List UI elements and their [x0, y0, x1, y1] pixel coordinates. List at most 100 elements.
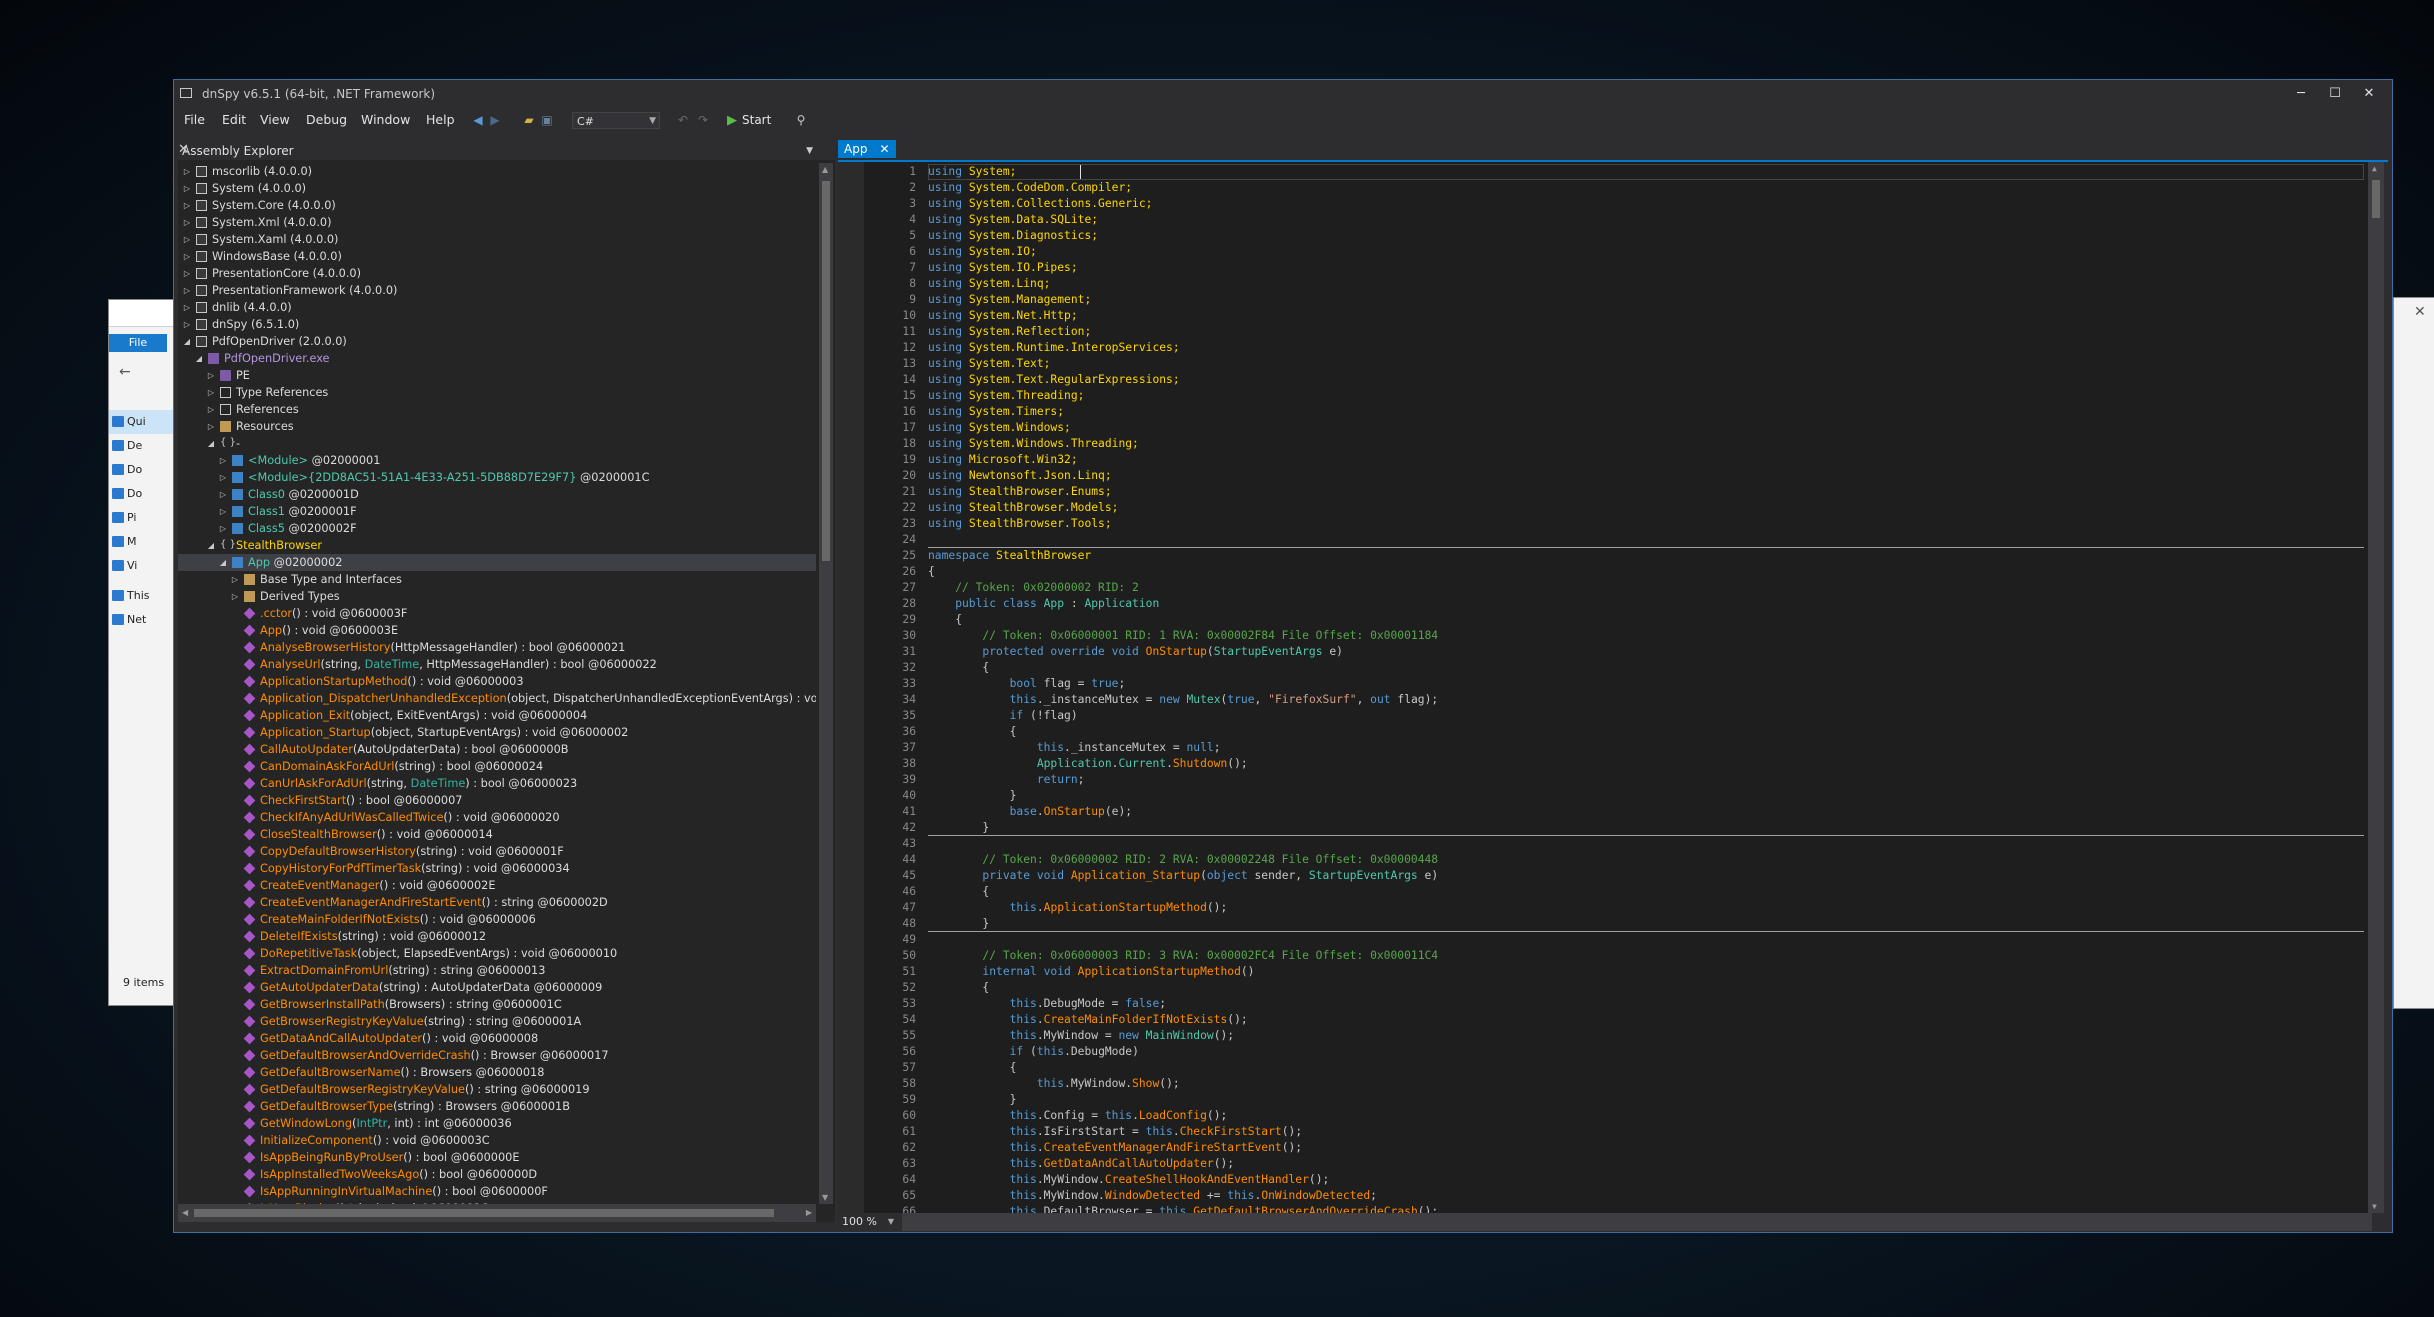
code-line[interactable]: using System.Diagnostics;	[928, 228, 1098, 244]
tree-node[interactable]: ▷ PE	[178, 367, 816, 384]
tree-node[interactable]: CallAutoUpdater(AutoUpdaterData) : bool …	[178, 741, 816, 758]
glyph-margin[interactable]	[838, 162, 864, 1213]
tree-node[interactable]: CanUrlAskForAdUrl(string, DateTime) : bo…	[178, 775, 816, 792]
menu-window[interactable]: Window	[361, 112, 410, 127]
code-line[interactable]: using Microsoft.Win32;	[928, 452, 1078, 468]
code-line[interactable]: // Token: 0x06000003 RID: 3 RVA: 0x00002…	[928, 948, 1438, 964]
code-line[interactable]: using StealthBrowser.Models;	[928, 500, 1118, 516]
menu-view[interactable]: View	[260, 112, 290, 127]
expand-arrow-icon[interactable]: ▷	[218, 503, 228, 520]
code-line[interactable]: using System.IO;	[928, 244, 1037, 260]
tree-node[interactable]: CopyDefaultBrowserHistory(string) : void…	[178, 843, 816, 860]
tree-node[interactable]: ▷ <Module>{2DD8AC51-51A1-4E33-A251-5DB88D…	[178, 469, 816, 486]
tree-node[interactable]: ▷ References	[178, 401, 816, 418]
assembly-tree[interactable]: ▷ mscorlib (4.0.0.0) ▷ System (4.0.0.0) ▷ Sys…	[178, 163, 816, 1204]
code-line[interactable]: namespace StealthBrowser	[928, 548, 1091, 564]
tree-node[interactable]: DeleteIfExists(string) : void @06000012	[178, 928, 816, 945]
code-line[interactable]: using System.Windows;	[928, 420, 1071, 436]
code-line[interactable]: using System.Linq;	[928, 276, 1050, 292]
tree-node[interactable]: ▷ System (4.0.0.0)	[178, 180, 816, 197]
code-line[interactable]: using System;	[928, 164, 1016, 180]
open-file-icon[interactable]: ▰	[522, 113, 536, 127]
close-button[interactable]: ✕	[2352, 83, 2386, 105]
expand-arrow-icon[interactable]: ▷	[218, 452, 228, 469]
code-line[interactable]: this.MyWindow = new MainWindow();	[928, 1028, 1234, 1044]
tree-node[interactable]: Application_Startup(object, StartupEvent…	[178, 724, 816, 741]
code-line[interactable]: this.IsFirstStart = this.CheckFirstStart…	[928, 1124, 1303, 1140]
tree-node[interactable]: GetDefaultBrowserRegistryKeyValue() : st…	[178, 1081, 816, 1098]
code-line[interactable]: base.OnStartup(e);	[928, 804, 1132, 820]
scroll-thumb[interactable]	[822, 181, 830, 561]
expand-arrow-icon[interactable]: ▷	[230, 571, 240, 588]
navigate-forward-icon[interactable]: ▶	[488, 113, 502, 127]
explorer-nav-item[interactable]: De	[109, 434, 175, 458]
tree-node[interactable]: ▷ dnlib (4.4.0.0)	[178, 299, 816, 316]
tree-node[interactable]: GetDataAndCallAutoUpdater() : void @0600…	[178, 1030, 816, 1047]
tree-node[interactable]: ExtractDomainFromUrl(string) : string @0…	[178, 962, 816, 979]
code-line[interactable]: {	[928, 724, 1017, 740]
scroll-down-icon[interactable]: ▼	[822, 1193, 828, 1202]
tree-node[interactable]: ▷ Base Type and Interfaces	[178, 571, 816, 588]
code-line[interactable]: using StealthBrowser.Tools;	[928, 516, 1112, 532]
code-line[interactable]: }	[928, 788, 1017, 804]
background-window-right[interactable]: ✕	[2393, 297, 2434, 1009]
code-line[interactable]: }	[928, 1092, 1017, 1108]
expand-arrow-icon[interactable]: ▷	[182, 180, 192, 197]
tree-node[interactable]: ▷ Class5 @0200002F	[178, 520, 816, 537]
tree-node[interactable]: CopyHistoryForPdfTimerTask(string) : voi…	[178, 860, 816, 877]
explorer-nav-item[interactable]: Net	[109, 608, 175, 632]
expand-arrow-icon[interactable]: ▷	[182, 214, 192, 231]
code-line[interactable]: // Token: 0x06000002 RID: 2 RVA: 0x00002…	[928, 852, 1438, 868]
code-line[interactable]: this.ApplicationStartupMethod();	[928, 900, 1228, 916]
code-line[interactable]: using System.Threading;	[928, 388, 1084, 404]
tree-node[interactable]: CheckFirstStart() : bool @06000007	[178, 792, 816, 809]
expand-arrow-icon[interactable]: ▷	[218, 469, 228, 486]
expand-arrow-icon[interactable]: ▷	[182, 316, 192, 333]
code-line[interactable]: {	[928, 980, 989, 996]
code-line[interactable]: if (this.DebugMode)	[928, 1044, 1139, 1060]
code-line[interactable]: if (!flag)	[928, 708, 1078, 724]
explorer-nav-item[interactable]: Vi	[109, 554, 175, 578]
tree-node[interactable]: GetDefaultBrowserAndOverrideCrash() : Br…	[178, 1047, 816, 1064]
expand-arrow-icon[interactable]: ▷	[230, 588, 240, 605]
editor-scroll-thumb[interactable]	[2372, 180, 2380, 218]
tree-node[interactable]: GetDefaultBrowserType(string) : Browsers…	[178, 1098, 816, 1115]
menu-edit[interactable]: Edit	[222, 112, 246, 127]
collapse-arrow-icon[interactable]: ◢	[218, 554, 228, 571]
undo-icon[interactable]: ↶	[676, 113, 690, 127]
explorer-nav-item[interactable]: Qui	[109, 410, 175, 434]
tree-node[interactable]: CreateEventManagerAndFireStartEvent() : …	[178, 894, 816, 911]
code-line[interactable]: {	[928, 1060, 1017, 1076]
explorer-nav-item[interactable]: Pi	[109, 506, 175, 530]
expand-arrow-icon[interactable]: ▷	[182, 231, 192, 248]
expand-arrow-icon[interactable]: ▷	[218, 486, 228, 503]
expand-arrow-icon[interactable]: ▷	[182, 265, 192, 282]
panel-close-icon[interactable]: ✕	[178, 142, 831, 158]
tree-node[interactable]: ▷ WindowsBase (4.0.0.0)	[178, 248, 816, 265]
tree-node[interactable]: GetAutoUpdaterData(string) : AutoUpdater…	[178, 979, 816, 996]
search-icon[interactable]: ⚲	[794, 113, 808, 127]
code-text-area[interactable]: using System; using System.CodeDom.Compil…	[928, 162, 2364, 1213]
explorer-file-tab[interactable]: File	[109, 334, 167, 352]
expand-arrow-icon[interactable]: ▷	[206, 418, 216, 435]
expand-arrow-icon[interactable]: ▷	[182, 248, 192, 265]
hscroll-thumb[interactable]	[194, 1209, 774, 1217]
tree-node[interactable]: ▷ mscorlib (4.0.0.0)	[178, 163, 816, 180]
code-line[interactable]: // Token: 0x02000002 RID: 2	[928, 580, 1139, 596]
close-icon[interactable]: ✕	[2414, 304, 2426, 320]
tree-node[interactable]: GetWindowLong(IntPtr, int) : int @060000…	[178, 1115, 816, 1132]
tree-node[interactable]: ApplicationStartupMethod() : void @06000…	[178, 673, 816, 690]
code-line[interactable]: this.GetDataAndCallAutoUpdater();	[928, 1156, 1234, 1172]
tree-node[interactable]: ▷ Resources	[178, 418, 816, 435]
scroll-up-icon[interactable]: ▲	[2372, 164, 2377, 173]
code-line[interactable]: using System.Reflection;	[928, 324, 1091, 340]
editor-horizontal-scrollbar[interactable]	[902, 1213, 2372, 1231]
tree-node[interactable]: ▷ System.Xaml (4.0.0.0)	[178, 231, 816, 248]
code-line[interactable]: using System.Management;	[928, 292, 1091, 308]
code-line[interactable]: this._instanceMutex = null;	[928, 740, 1221, 756]
tree-node[interactable]: InitializeComponent() : void @0600003C	[178, 1132, 816, 1149]
code-line[interactable]: this.CreateMainFolderIfNotExists();	[928, 1012, 1248, 1028]
tree-node[interactable]: .cctor() : void @0600003F	[178, 605, 816, 622]
expand-arrow-icon[interactable]: ▷	[206, 384, 216, 401]
tree-vertical-scrollbar[interactable]: ▲ ▼	[819, 163, 833, 1204]
